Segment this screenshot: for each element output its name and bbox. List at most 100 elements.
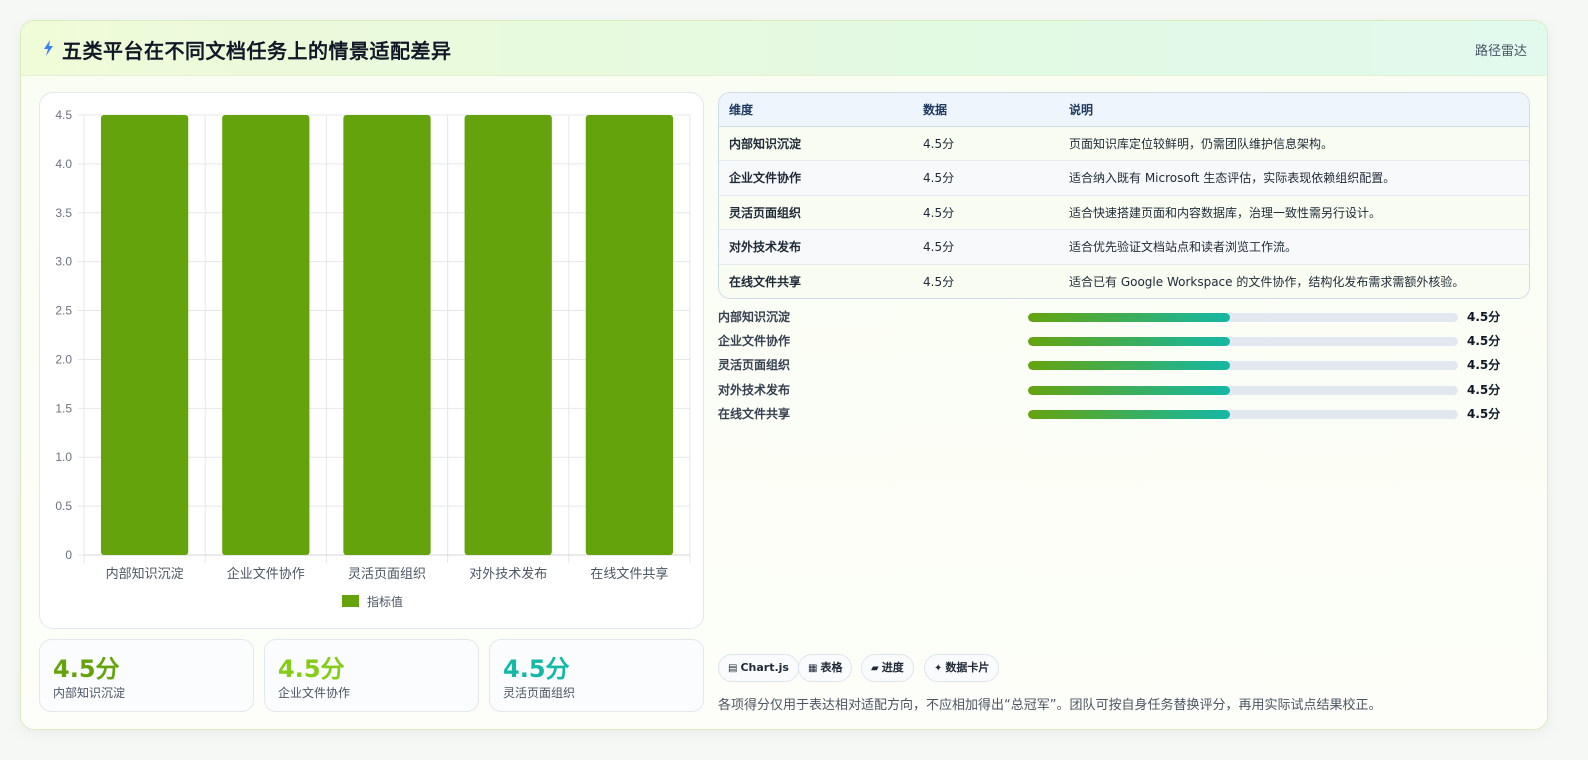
bar	[464, 115, 552, 555]
table-cell-data: 4.5分	[913, 263, 1059, 298]
data-table: 维度 数据 说明 内部知识沉淀 4.5分 页面知识库定位较鲜明，仍需团队维护信息…	[718, 92, 1530, 299]
progress-label: 企业文件协作	[718, 334, 791, 348]
chart-icon: ▤	[728, 663, 738, 674]
table-cell-description: 适合快速搭建页面和内容数据库，治理一致性需另行设计。	[1059, 194, 1529, 230]
progress-track	[1028, 313, 1458, 322]
table-cell-dimension: 灵活页面组织	[719, 194, 913, 230]
table-cell-data: 4.5分	[913, 160, 1059, 195]
table-row: 企业文件协作 4.5分 适合纳入既有 Microsoft 生态评估，实际表现依赖…	[719, 160, 1529, 195]
y-tick-label: 2.0	[55, 352, 72, 366]
chip-label: 表格	[820, 661, 843, 674]
progress-value: 4.5分	[1467, 310, 1501, 324]
table-cell-data: 4.5分	[913, 194, 1059, 230]
bar-chart: 0 0.5 1.0 1.5 2.0 2.5 3.0 3.5 4.0 4.5 内部知识沉淀 企业文件协作…	[55, 108, 691, 609]
table-header-dimension: 维度	[719, 93, 913, 127]
kpi-card: 4.5分 灵活页面组织	[489, 639, 704, 712]
progress-fill	[1028, 313, 1231, 322]
table-cell-description: 适合已有 Google Workspace 的文件协作，结构化发布需求需额外核验…	[1059, 263, 1529, 298]
x-tick-label: 在线文件共享	[590, 566, 668, 581]
progress-label: 内部知识沉淀	[718, 310, 791, 324]
header-tag: 路径雷达	[1474, 44, 1527, 59]
kpi-value: 4.5分	[53, 655, 120, 683]
table-cell-description: 适合优先验证文档站点和读者浏览工作流。	[1059, 229, 1529, 264]
table-cell-description: 适合纳入既有 Microsoft 生态评估，实际表现依赖组织配置。	[1059, 160, 1529, 195]
y-tick-label: 0.5	[55, 499, 72, 513]
legend-label: 指标值	[367, 594, 403, 609]
progress-track	[1028, 361, 1458, 370]
kpi-card: 4.5分 内部知识沉淀	[39, 639, 254, 712]
progress-value: 4.5分	[1467, 334, 1501, 348]
table-cell-data: 4.5分	[913, 229, 1059, 264]
card-header: 五类平台在不同文档任务上的情景适配差异 路径雷达	[21, 21, 1547, 76]
progress-track	[1028, 337, 1458, 346]
table-row: 内部知识沉淀 4.5分 页面知识库定位较鲜明，仍需团队维护信息架构。	[719, 125, 1529, 161]
kpi-label: 内部知识沉淀	[53, 686, 126, 700]
table-cell-dimension: 在线文件共享	[719, 263, 913, 298]
table-cell-dimension: 内部知识沉淀	[719, 125, 913, 161]
chip-chartjs[interactable]: ▤ Chart.js	[718, 654, 799, 682]
progress-value: 4.5分	[1467, 358, 1501, 372]
y-tick-label: 1.0	[55, 450, 72, 464]
progress-value: 4.5分	[1467, 407, 1501, 421]
table-row: 在线文件共享 4.5分 适合已有 Google Workspace 的文件协作，…	[719, 263, 1529, 298]
table-header-data: 数据	[913, 93, 1059, 127]
footnote: 各项得分仅用于表达相对适配方向，不应相加得出“总冠军”。团队可按自身任务替换评分…	[718, 698, 1382, 713]
progress-track	[1028, 410, 1458, 419]
progress-row: 企业文件协作 4.5分	[718, 332, 1518, 350]
y-tick-label: 2.5	[55, 304, 72, 318]
progress-label: 对外技术发布	[718, 383, 791, 397]
progress-fill	[1028, 361, 1231, 370]
x-tick-label: 灵活页面组织	[348, 566, 426, 581]
sparkle-icon: ✦	[934, 663, 943, 674]
x-tick-label: 内部知识沉淀	[106, 566, 184, 581]
page-title: 五类平台在不同文档任务上的情景适配差异	[62, 39, 452, 63]
bar	[343, 115, 431, 555]
progress-row: 在线文件共享 4.5分	[718, 405, 1518, 423]
bar	[100, 115, 189, 555]
progress-fill	[1028, 410, 1231, 419]
table-row: 灵活页面组织 4.5分 适合快速搭建页面和内容数据库，治理一致性需另行设计。	[719, 194, 1529, 230]
progress-row: 内部知识沉淀 4.5分	[718, 308, 1518, 326]
legend-swatch	[342, 595, 359, 607]
bar	[222, 115, 310, 555]
bar	[585, 115, 674, 555]
progress-fill	[1028, 337, 1231, 346]
table-cell-dimension: 对外技术发布	[719, 229, 913, 264]
kpi-label: 灵活页面组织	[503, 686, 576, 700]
lightning-icon	[44, 40, 53, 56]
progress-value: 4.5分	[1467, 383, 1501, 397]
table-header-description: 说明	[1059, 93, 1529, 127]
kpi-card: 4.5分 企业文件协作	[264, 639, 479, 712]
progress-icon: ▰	[871, 663, 879, 674]
table-cell-dimension: 企业文件协作	[719, 160, 913, 195]
y-tick-label: 3.0	[55, 255, 72, 269]
x-tick-label: 企业文件协作	[227, 566, 305, 581]
y-tick-label: 3.5	[55, 206, 72, 220]
table-cell-description: 页面知识库定位较鲜明，仍需团队维护信息架构。	[1059, 125, 1529, 161]
chip-label: 数据卡片	[945, 661, 990, 674]
y-tick-label: 4.0	[55, 157, 72, 171]
dashboard-card: 五类平台在不同文档任务上的情景适配差异 路径雷达 0 0.5 1.0 1.5 2.0 2.…	[20, 20, 1548, 730]
table-cell-data: 4.5分	[913, 125, 1059, 161]
y-tick-label: 1.5	[55, 401, 72, 415]
table-header-row: 维度 数据 说明	[719, 93, 1529, 127]
bar-chart-panel: 0 0.5 1.0 1.5 2.0 2.5 3.0 3.5 4.0 4.5 内部知识沉淀 企业文件协作…	[39, 92, 704, 629]
progress-label: 在线文件共享	[718, 407, 791, 421]
kpi-label: 企业文件协作	[278, 686, 351, 700]
progress-fill	[1028, 386, 1231, 395]
chip-progress[interactable]: ▰ 进度	[861, 654, 914, 682]
progress-row: 灵活页面组织 4.5分	[718, 356, 1518, 374]
kpi-value: 4.5分	[503, 655, 570, 683]
kpi-value: 4.5分	[278, 655, 345, 683]
x-tick-label: 对外技术发布	[469, 566, 547, 581]
chip-table[interactable]: ▦ 表格	[798, 654, 853, 682]
y-tick-label: 0	[65, 548, 72, 562]
chip-label: Chart.js	[740, 661, 789, 674]
chip-data-cards[interactable]: ✦ 数据卡片	[924, 654, 1000, 682]
table-row: 对外技术发布 4.5分 适合优先验证文档站点和读者浏览工作流。	[719, 229, 1529, 264]
progress-label: 灵活页面组织	[718, 358, 791, 372]
progress-row: 对外技术发布 4.5分	[718, 381, 1518, 399]
chip-label: 进度	[881, 661, 904, 674]
y-tick-label: 4.5	[55, 108, 72, 122]
progress-track	[1028, 386, 1458, 395]
